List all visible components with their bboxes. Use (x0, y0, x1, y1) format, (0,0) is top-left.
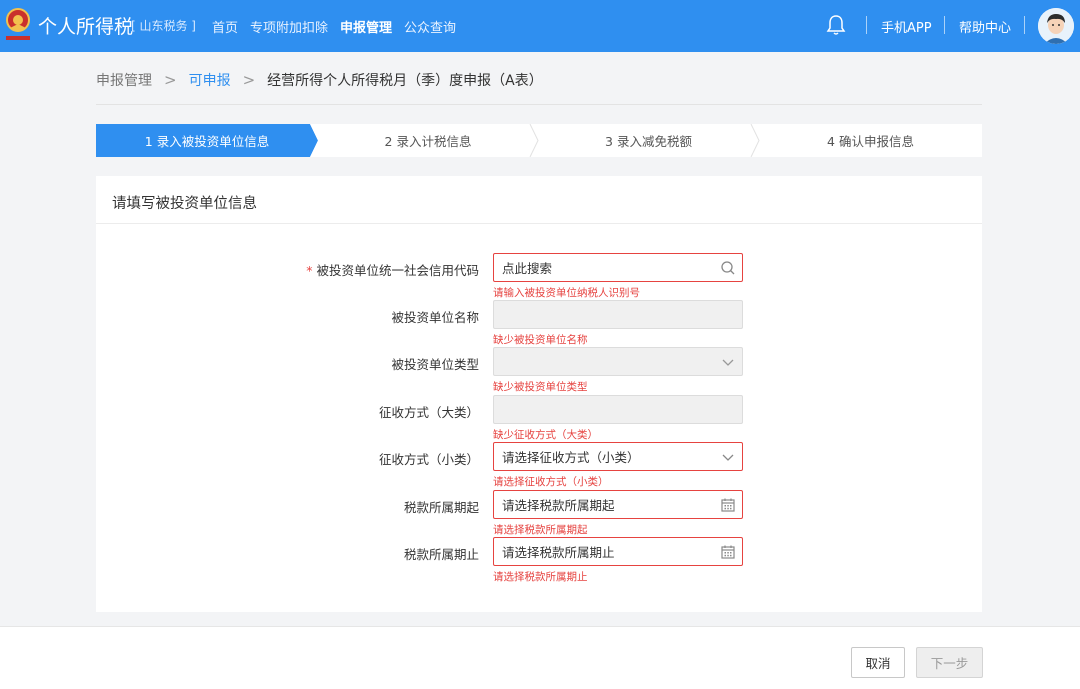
header-divider (866, 16, 867, 34)
period-end-label: 税款所属期止 (403, 547, 479, 562)
credit-code-label: * 被投资单位统一社会信用代码 (239, 260, 479, 279)
breadcrumb: 申报管理 > 可申报 > 经营所得个人所得税月（季）度申报（A表） (96, 70, 543, 90)
region-label: [ 山东税务 ] (131, 19, 196, 33)
mobile-app-link[interactable]: 手机APP (881, 17, 932, 36)
period-start-label: 税款所属期起 (403, 500, 479, 515)
credit-code-placeholder: 点此搜索 (502, 261, 553, 276)
chevron-down-icon (722, 359, 734, 366)
breadcrumb-divider (96, 104, 982, 105)
breadcrumb-separator: > (164, 71, 177, 89)
user-avatar[interactable] (1038, 8, 1074, 44)
header-divider (1024, 16, 1025, 34)
breadcrumb-current-page: 经营所得个人所得税月（季）度申报（A表） (267, 73, 543, 89)
step-progress: 1 录入被投资单位信息 2 录入计税信息 3 录入减免税额 4 确认申报信息 (96, 124, 982, 157)
main-nav: 首页 专项附加扣除 申报管理 公众查询 (212, 17, 456, 36)
collection-method-major-label: 征收方式（大类） (378, 405, 479, 420)
calendar-icon[interactable] (720, 497, 736, 513)
unit-name-error: 缺少被投资单位名称 (493, 334, 588, 346)
unit-type-select (493, 347, 743, 376)
tax-emblem-icon (6, 8, 30, 40)
section-title: 请填写被投资单位信息 (112, 196, 257, 212)
calendar-icon[interactable] (720, 544, 736, 560)
collection-method-minor-placeholder: 请选择征收方式（小类） (502, 450, 640, 465)
breadcrumb-declarable[interactable]: 可申报 (189, 70, 231, 90)
cancel-button[interactable]: 取消 (851, 647, 905, 678)
top-header: 个人所得税 [ 山东税务 ] 首页 专项附加扣除 申报管理 公众查询 手机APP… (0, 0, 1080, 52)
collection-method-minor-error: 请选择征收方式（小类） (493, 476, 609, 488)
collection-method-minor-label: 征收方式（小类） (378, 452, 479, 467)
unit-name-label: 被投资单位名称 (391, 310, 479, 325)
credit-code-label-text: 被投资单位统一社会信用代码 (316, 263, 479, 278)
credit-code-error: 请输入被投资单位纳税人识别号 (493, 287, 640, 299)
unit-type-error: 缺少被投资单位类型 (493, 381, 588, 393)
unit-name-field (493, 300, 743, 329)
step-1-active[interactable]: 1 录入被投资单位信息 (96, 124, 318, 157)
step-2[interactable]: 2 录入计税信息 (318, 124, 538, 157)
collection-method-major-error: 缺少征收方式（大类） (493, 429, 598, 441)
period-start-date-input[interactable]: 请选择税款所属期起 (493, 490, 743, 519)
header-divider (944, 16, 945, 34)
nav-special-deduction[interactable]: 专项附加扣除 (250, 17, 328, 36)
app-title[interactable]: 个人所得税 (38, 12, 133, 39)
chevron-down-icon[interactable] (720, 449, 736, 465)
period-end-date-input[interactable]: 请选择税款所属期止 (493, 537, 743, 566)
period-start-placeholder: 请选择税款所属期起 (502, 498, 615, 513)
nav-public-query[interactable]: 公众查询 (404, 17, 456, 36)
user-avatar-icon (1038, 8, 1074, 44)
unit-type-label: 被投资单位类型 (391, 357, 479, 372)
nav-declaration-management[interactable]: 申报管理 (340, 17, 392, 36)
search-icon[interactable] (720, 260, 736, 276)
bell-icon[interactable] (826, 14, 846, 36)
breadcrumb-separator: > (242, 71, 256, 89)
step-4[interactable]: 4 确认申报信息 (759, 124, 982, 157)
next-step-button[interactable]: 下一步 (916, 647, 983, 678)
footer-action-bar: 取消 下一步 (0, 626, 1080, 689)
period-end-placeholder: 请选择税款所属期止 (502, 545, 615, 560)
collection-method-major-field (493, 395, 743, 424)
collection-method-minor-select[interactable]: 请选择征收方式（小类） (493, 442, 743, 471)
step-3[interactable]: 3 录入减免税额 (538, 124, 759, 157)
credit-code-search-input[interactable]: 点此搜索 (493, 253, 743, 282)
form-card: 请填写被投资单位信息 * 被投资单位统一社会信用代码 点此搜索 请输入被投资单位纳… (96, 176, 982, 612)
help-center-link[interactable]: 帮助中心 (959, 17, 1011, 36)
nav-home[interactable]: 首页 (212, 17, 238, 36)
breadcrumb-declaration-management[interactable]: 申报管理 (96, 70, 152, 90)
period-end-error: 请选择税款所属期止 (493, 571, 588, 583)
required-asterisk: * (306, 263, 313, 278)
period-start-error: 请选择税款所属期起 (493, 524, 588, 536)
section-divider (96, 223, 982, 224)
